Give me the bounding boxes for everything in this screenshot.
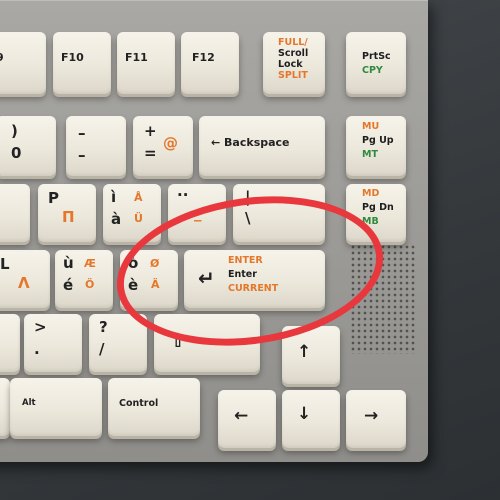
- key-agrave-mid: Å: [134, 191, 143, 204]
- key-f9[interactable]: 9: [0, 32, 46, 94]
- photo-scene: 9 F10 F11 F12 FULL/ Scroll Lock SPLIT Pr…: [0, 0, 500, 500]
- key-pgup-bottom: MT: [362, 149, 378, 160]
- key-control-legend: Control: [119, 398, 159, 409]
- key-equals-alt: @: [163, 134, 178, 152]
- key-prtsc-bottom: CPY: [362, 65, 383, 76]
- key-f11-legend: F11: [125, 51, 148, 64]
- key-p-alt: Π: [62, 208, 75, 226]
- key-gt-top: >: [34, 318, 47, 336]
- key-arrow-right[interactable]: →: [346, 390, 406, 448]
- key-brackets-top: ··: [177, 186, 189, 204]
- key-f12-legend: F12: [192, 51, 215, 64]
- key-left-partial-row6[interactable]: [0, 378, 10, 436]
- key-f10-legend: F10: [61, 51, 84, 64]
- arrow-down-icon: ↓: [297, 404, 312, 424]
- key-equals-top: +: [144, 122, 157, 140]
- key-backspace[interactable]: ← Backspace: [199, 116, 325, 176]
- key-p[interactable]: P Π: [38, 184, 96, 242]
- key-gt-bottom: .: [34, 340, 40, 358]
- key-agrave-bottom: à: [111, 210, 122, 228]
- key-ugrave-alt: Ö: [85, 278, 95, 291]
- key-p-top: P: [48, 189, 59, 207]
- key-alt[interactable]: Alt: [10, 378, 102, 436]
- key-l-alt: Λ: [18, 274, 30, 292]
- key-question-top: ?: [99, 318, 108, 336]
- key-l[interactable]: L Λ: [0, 250, 50, 308]
- key-ugrave[interactable]: ù Æ é Ö: [55, 250, 113, 308]
- key-scroll-lock-top: FULL/: [278, 37, 308, 48]
- key-question-bottom: /: [99, 340, 105, 358]
- key-scroll-lock-mid1: Scroll: [278, 48, 309, 59]
- key-scroll-lock[interactable]: FULL/ Scroll Lock SPLIT: [263, 32, 325, 94]
- key-agrave-top: ì: [111, 188, 117, 206]
- arrow-up-icon: ↑: [297, 342, 312, 362]
- key-agrave-alt: Ü: [134, 212, 143, 225]
- key-zero-bottom: 0: [11, 144, 22, 162]
- key-l-top: L: [0, 255, 10, 273]
- key-prtsc[interactable]: PrtSc CPY: [346, 32, 406, 94]
- key-left-partial-row5[interactable]: [0, 314, 20, 372]
- key-pgup-top: MU: [362, 121, 380, 132]
- key-f10[interactable]: F10: [53, 32, 111, 94]
- key-ugrave-mid: Æ: [84, 257, 96, 270]
- key-minus-bottom: –: [78, 146, 86, 164]
- key-pgup-mid: Pg Up: [362, 135, 394, 146]
- key-minus-top: –: [78, 124, 86, 142]
- key-control[interactable]: Control: [108, 378, 200, 436]
- key-prtsc-top: PrtSc: [362, 51, 391, 62]
- key-ugrave-bottom: é: [63, 276, 74, 294]
- key-equals-bottom: =: [144, 144, 157, 162]
- arrow-right-icon: →: [364, 406, 379, 426]
- key-zero[interactable]: ) 0: [0, 116, 56, 176]
- key-left-partial-row3[interactable]: [0, 184, 30, 242]
- key-f9-legend: 9: [0, 52, 4, 63]
- arrow-left-icon: ←: [234, 406, 249, 426]
- key-zero-top: ): [11, 122, 18, 140]
- key-scroll-lock-bottom: SPLIT: [278, 70, 308, 81]
- key-minus[interactable]: – –: [66, 116, 126, 176]
- key-pgup[interactable]: MU Pg Up MT: [346, 116, 406, 176]
- key-equals[interactable]: + = @: [133, 116, 193, 176]
- key-alt-legend: Alt: [22, 398, 36, 408]
- key-arrow-left[interactable]: ←: [218, 390, 276, 448]
- key-pgdn-top: MD: [362, 188, 380, 199]
- key-pgdn-mid: Pg Dn: [362, 202, 394, 213]
- key-gt[interactable]: > .: [24, 314, 82, 372]
- key-f12[interactable]: F12: [181, 32, 239, 94]
- key-arrow-down[interactable]: ↓: [282, 390, 340, 448]
- key-f11[interactable]: F11: [117, 32, 175, 94]
- key-scroll-lock-mid2: Lock: [278, 59, 303, 70]
- key-backspace-legend: ← Backspace: [211, 136, 290, 149]
- key-ugrave-top: ù: [63, 254, 74, 272]
